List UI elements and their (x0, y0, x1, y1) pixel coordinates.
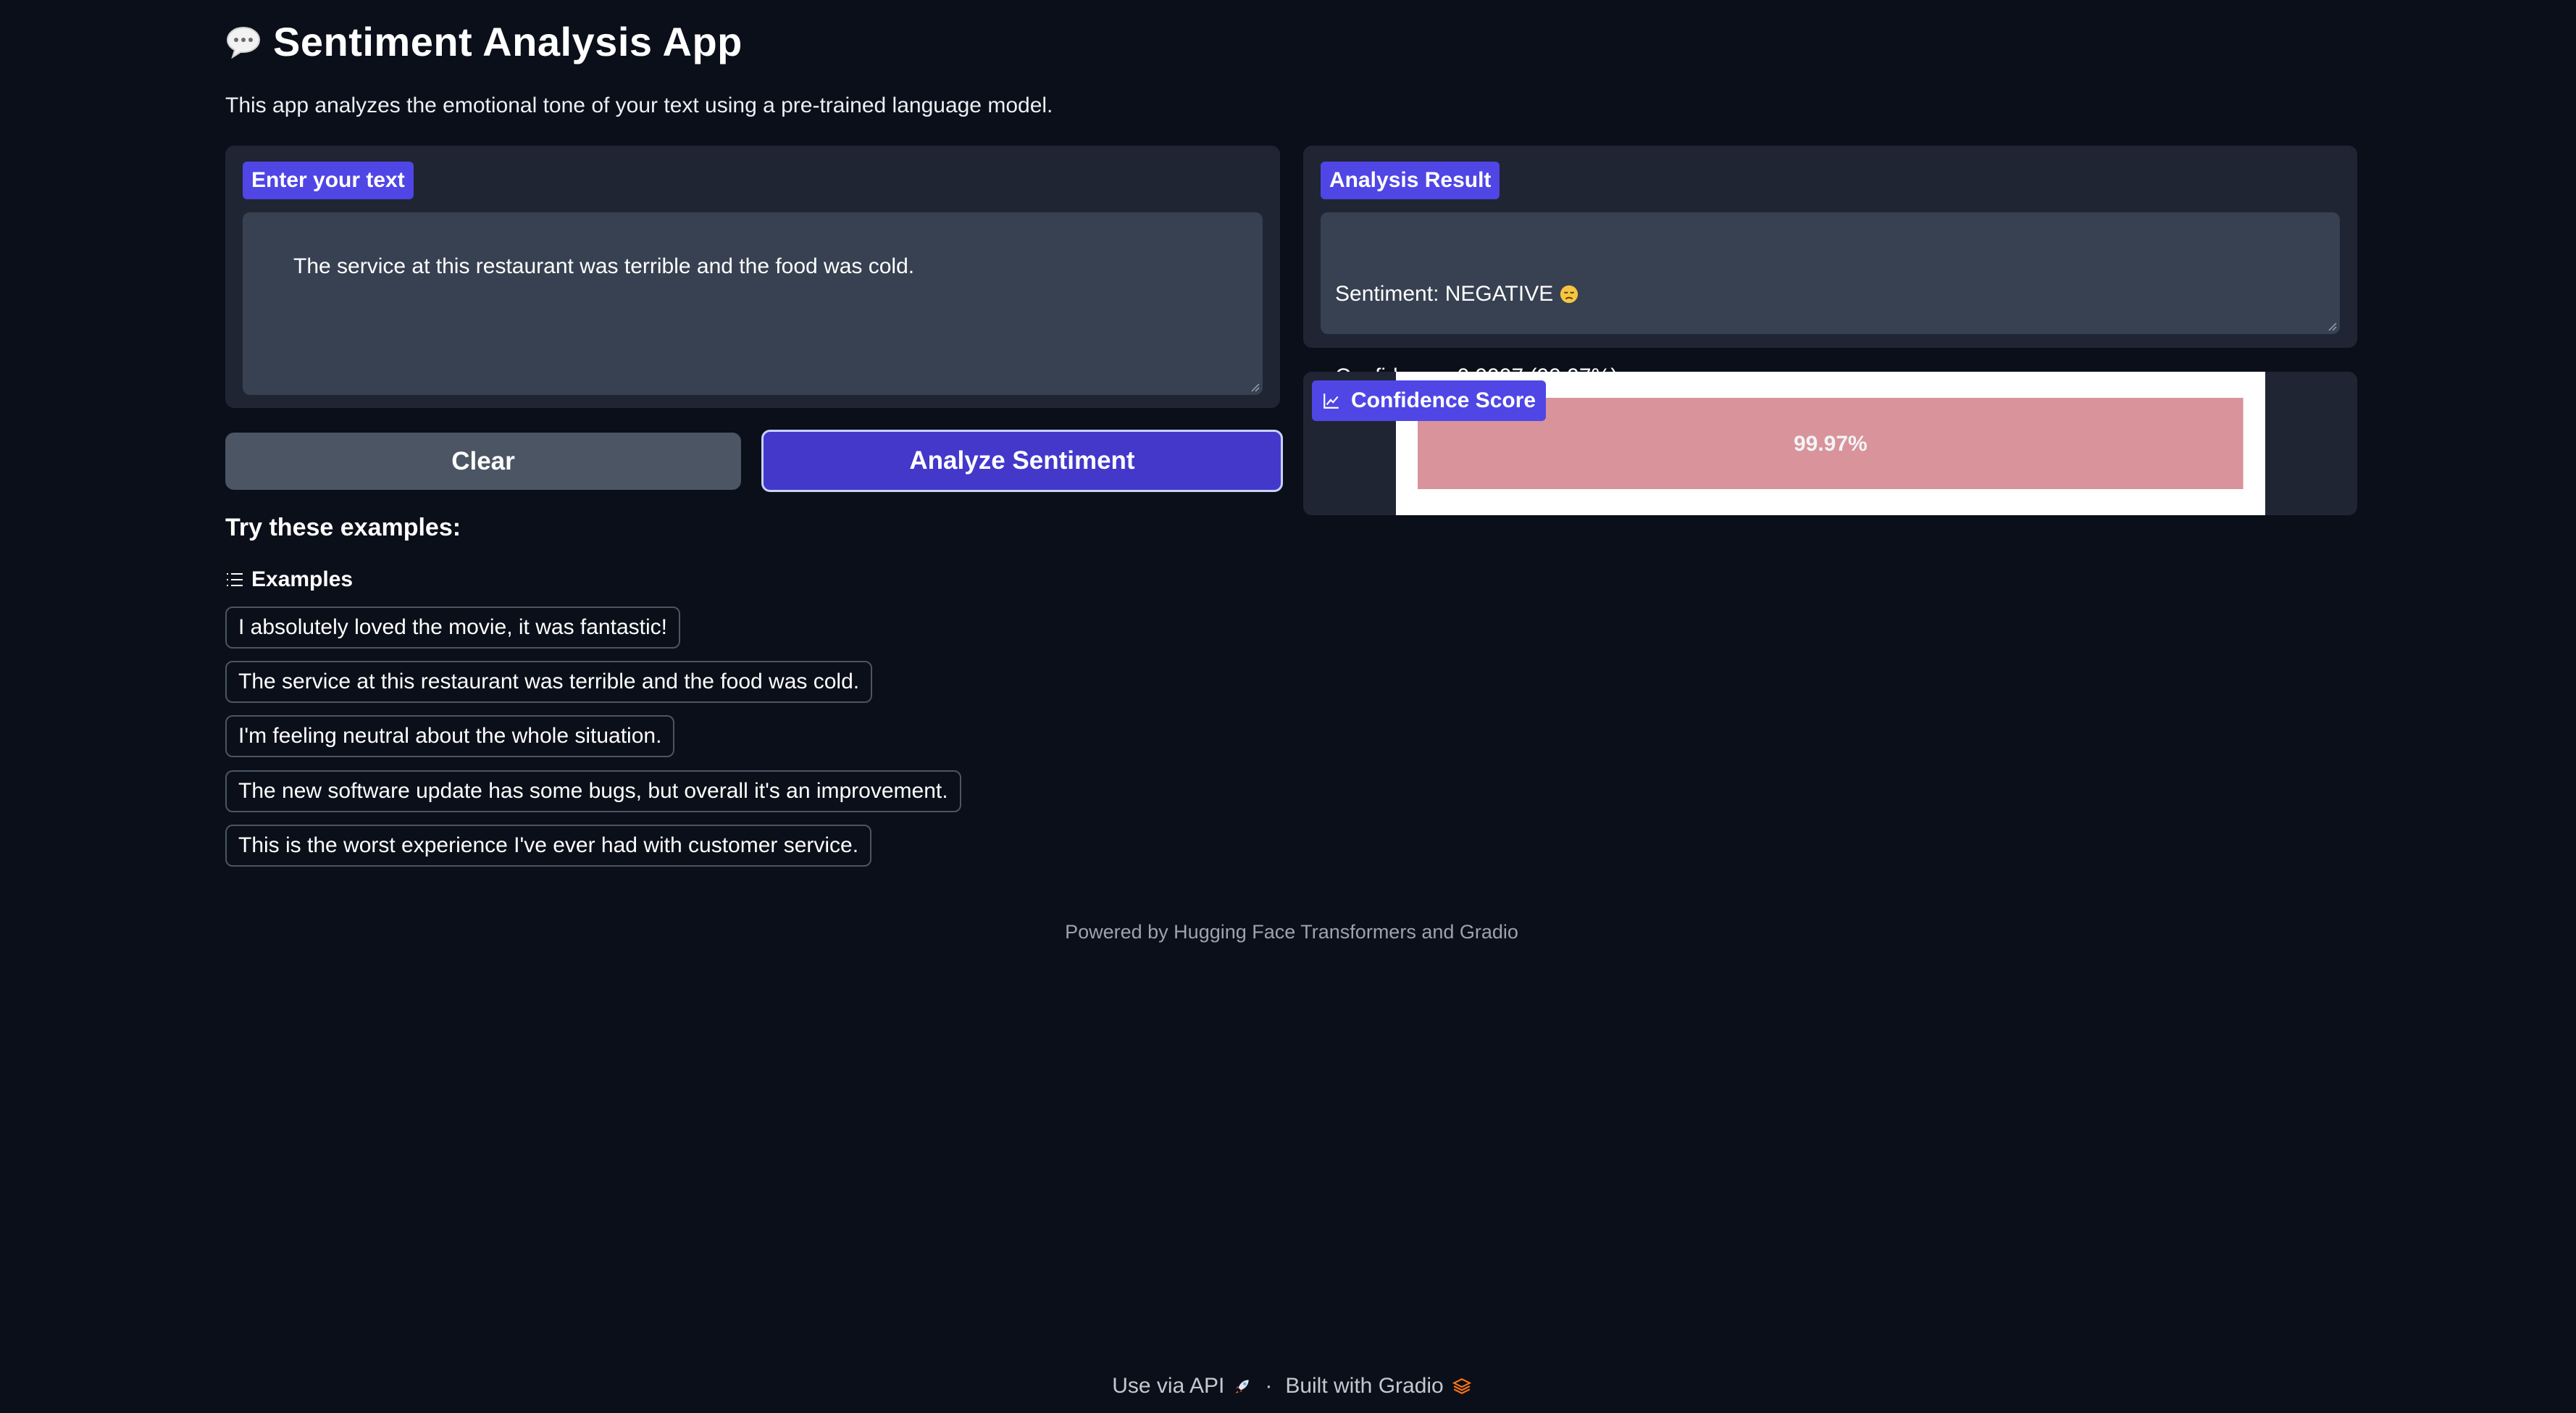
page-title-text: Sentiment Analysis App (273, 19, 743, 64)
built-with-text: Built with Gradio (1285, 1374, 1444, 1398)
use-api-link[interactable]: Use via API (1112, 1372, 1252, 1401)
list-icon (227, 573, 243, 586)
page-title: Sentiment Analysis App (225, 17, 743, 67)
use-api-text: Use via API (1112, 1374, 1225, 1398)
analyze-sentiment-button[interactable]: Analyze Sentiment (761, 430, 1283, 492)
result-panel: Analysis Result Sentiment: NEGATIVE Conf… (1303, 146, 2357, 388)
app-root: Sentiment Analysis App This app analyzes… (0, 0, 2576, 1413)
resize-handle-icon[interactable] (2327, 321, 2337, 331)
powered-by-note: Powered by Hugging Face Transformers and… (1065, 921, 1518, 943)
result-label: Analysis Result (1321, 162, 1500, 199)
example-item-text: The new software update has some bugs, b… (238, 779, 948, 803)
page-description: This app analyzes the emotional tone of … (225, 93, 1053, 117)
input-panel: Enter your text The service at this rest… (225, 146, 1280, 408)
confidence-bar-label: 99.97% (1794, 432, 1868, 456)
sentiment-text: Sentiment: NEGATIVE (1335, 282, 1554, 306)
input-label-text: Enter your text (251, 168, 405, 192)
examples-header-text: Examples (251, 567, 354, 591)
example-item[interactable]: This is the worst experience I've ever h… (225, 825, 872, 867)
example-item[interactable]: I absolutely loved the movie, it was fan… (225, 607, 680, 649)
chart-label: Confidence Score (1312, 380, 1547, 421)
clear-button[interactable]: Clear (225, 433, 741, 490)
input-label: Enter your text (243, 162, 414, 199)
rocket-icon (1235, 1380, 1249, 1393)
gradio-logo-icon (1452, 1378, 1471, 1394)
example-item-text: I'm feeling neutral about the whole situ… (238, 724, 662, 748)
disappointed-face-icon (1560, 285, 1578, 304)
examples-header: Examples (225, 565, 353, 594)
built-with-gradio-link[interactable]: Built with Gradio (1285, 1372, 1471, 1401)
examples-section-title: Try these examples: (225, 514, 461, 541)
example-item-text: I absolutely loved the movie, it was fan… (238, 615, 667, 639)
example-item[interactable]: I'm feeling neutral about the whole situ… (225, 715, 675, 757)
footer-separator: · (1265, 1374, 1273, 1398)
clear-button-label: Clear (451, 446, 515, 475)
line-chart-icon (1323, 393, 1339, 409)
text-input-value: The service at this restaurant was terri… (293, 254, 915, 278)
text-input[interactable]: The service at this restaurant was terri… (243, 212, 1263, 395)
example-item[interactable]: The new software update has some bugs, b… (225, 770, 961, 812)
bottom-bar: Use via API · Built with Gradio (0, 1372, 2576, 1401)
analyze-button-label: Analyze Sentiment (909, 446, 1135, 475)
example-item-text: The service at this restaurant was terri… (238, 670, 860, 693)
chart-label-text: Confidence Score (1351, 388, 1536, 412)
sentiment-line: Sentiment: NEGATIVE (1335, 280, 2325, 308)
example-item[interactable]: The service at this restaurant was terri… (225, 661, 873, 703)
result-output[interactable]: Sentiment: NEGATIVE Confidence: 0.9997 (… (1321, 212, 2340, 388)
example-item-text: This is the worst experience I've ever h… (238, 833, 859, 857)
resize-handle-icon[interactable] (1250, 382, 1260, 392)
speech-bubble-icon (226, 26, 261, 59)
result-label-text: Analysis Result (1329, 168, 1492, 192)
